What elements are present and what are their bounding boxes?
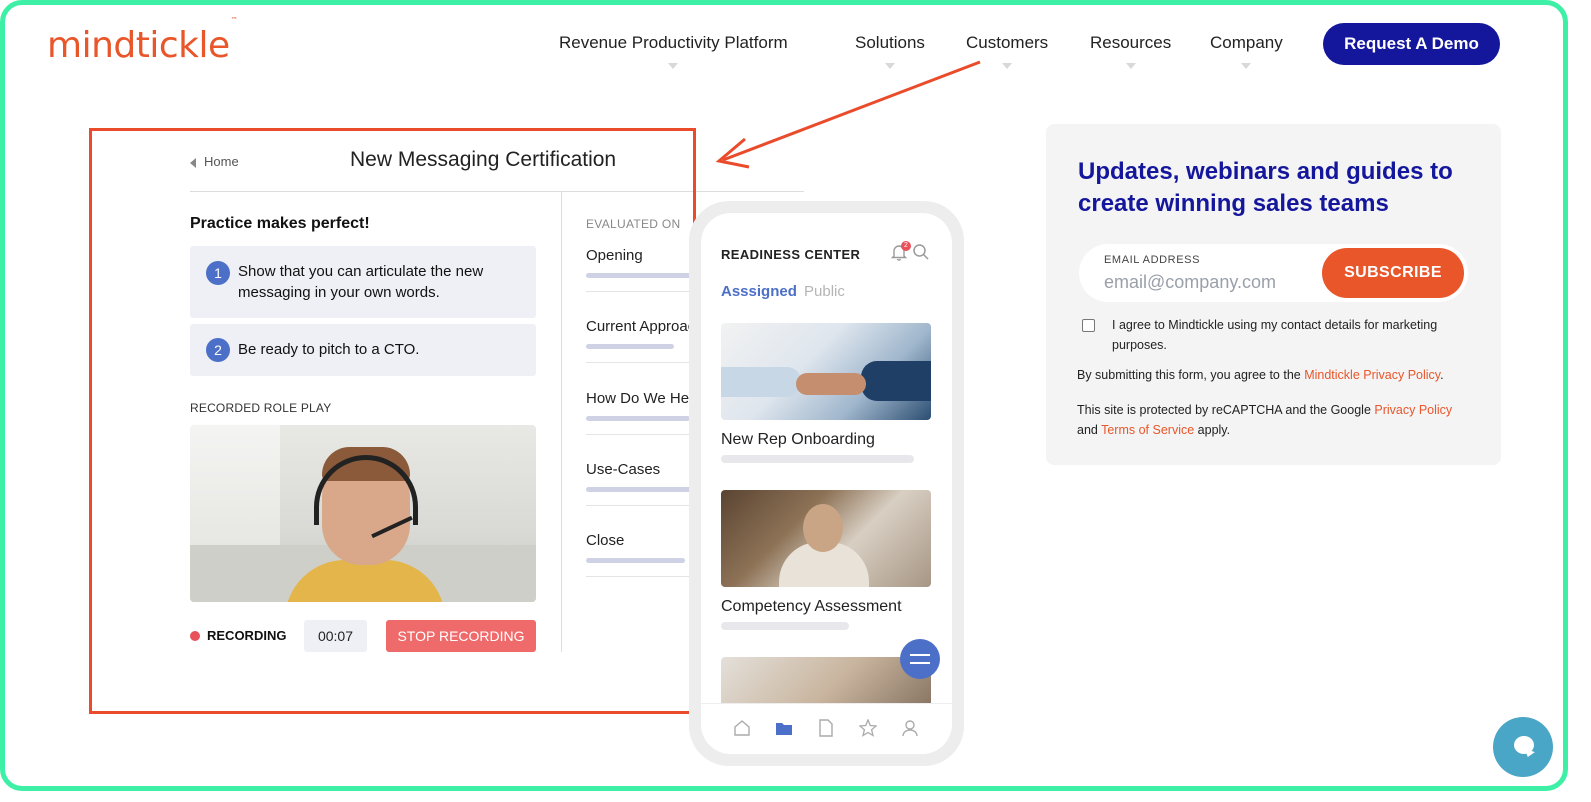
mindtickle-privacy-link[interactable]: Mindtickle Privacy Policy — [1304, 368, 1440, 382]
google-privacy-link[interactable]: Privacy Policy — [1374, 403, 1452, 417]
folder-icon[interactable] — [775, 719, 793, 737]
annotation-arrow — [715, 60, 981, 169]
recaptcha-notice: This site is protected by reCAPTCHA and … — [1077, 403, 1453, 437]
terms-of-service-link[interactable]: Terms of Service — [1101, 423, 1194, 437]
recording-status: RECORDING — [207, 628, 287, 643]
profile-icon[interactable] — [901, 719, 919, 737]
tab-assigned[interactable]: Asssigned — [721, 283, 797, 300]
readiness-center-title: READINESS CENTER — [721, 247, 861, 262]
column-divider — [561, 192, 562, 652]
handshake-icon — [796, 373, 866, 395]
card-title[interactable]: Competency Assessment — [721, 598, 902, 616]
chevron-down-icon — [1125, 63, 1136, 69]
document-icon[interactable] — [817, 719, 835, 737]
tab-public[interactable]: Public — [804, 283, 845, 300]
card-title[interactable]: New Rep Onboarding — [721, 431, 875, 449]
submit-notice: By submitting this form, you agree to th… — [1077, 368, 1444, 382]
phone-mockup: READINESS CENTER 2 Asssigned Public New … — [689, 201, 964, 766]
email-field[interactable] — [1104, 271, 1314, 293]
chevron-down-icon — [1241, 63, 1252, 69]
chat-widget-button[interactable] — [1493, 717, 1553, 777]
assessment-card-image[interactable] — [721, 490, 931, 587]
home-icon[interactable] — [733, 719, 751, 737]
recording-timer: 00:07 — [304, 620, 367, 652]
breadcrumb[interactable]: Home — [190, 154, 239, 169]
email-label: EMAIL ADDRESS — [1104, 254, 1201, 266]
back-arrow-icon — [190, 157, 196, 168]
browser-frame: mindtickle™ Revenue Productivity Platfor… — [0, 0, 1568, 791]
header-divider — [190, 191, 804, 192]
evaluated-on-label: EVALUATED ON — [586, 217, 681, 231]
mindtickle-logo[interactable]: mindtickle™ — [47, 16, 238, 66]
onboarding-card-image[interactable] — [721, 323, 931, 420]
email-field-wrapper: EMAIL ADDRESS SUBSCRIBE — [1079, 244, 1468, 302]
nav-item-company[interactable]: Company — [1210, 33, 1283, 69]
chevron-down-icon — [668, 63, 679, 69]
page-title: New Messaging Certification — [350, 148, 617, 171]
search-icon[interactable] — [912, 243, 930, 261]
card-progress-bar — [721, 455, 914, 463]
role-play-label: RECORDED ROLE PLAY — [190, 401, 332, 415]
newsletter-title: Updates, webinars and guides to create w… — [1078, 158, 1453, 217]
practice-heading: Practice makes perfect! — [190, 215, 370, 232]
recording-dot-icon — [190, 631, 200, 641]
task-text: Show that you can articulate the new mes… — [238, 263, 484, 301]
criteria-progress-bar — [586, 558, 686, 563]
nav-item-resources[interactable]: Resources — [1090, 33, 1171, 69]
task-item: 2 Be ready to pitch to a CTO. — [190, 324, 536, 376]
phone-screen: READINESS CENTER 2 Asssigned Public New … — [701, 213, 952, 754]
criteria-progress-bar — [586, 416, 690, 421]
bottom-nav — [701, 703, 952, 754]
criteria-progress-bar — [586, 344, 674, 349]
task-item: 1 Show that you can articulate the new m… — [190, 246, 536, 318]
stop-recording-button[interactable]: STOP RECORDING — [386, 620, 536, 652]
subscribe-button[interactable]: SUBSCRIBE — [1322, 248, 1464, 298]
step-number-badge: 2 — [206, 338, 230, 362]
newsletter-panel: Updates, webinars and guides to create w… — [1046, 124, 1501, 465]
task-text: Be ready to pitch to a CTO. — [238, 341, 420, 358]
role-play-video[interactable] — [190, 425, 536, 602]
notification-badge: 2 — [901, 241, 911, 251]
step-number-badge: 1 — [206, 261, 230, 285]
criteria-progress-bar — [586, 487, 698, 492]
filter-fab-button[interactable] — [900, 639, 940, 679]
request-demo-button[interactable]: Request A Demo — [1323, 23, 1500, 65]
star-icon[interactable] — [859, 719, 877, 737]
consent-checkbox[interactable] — [1082, 319, 1095, 332]
chevron-down-icon — [1002, 63, 1013, 69]
criteria-progress-bar — [586, 273, 698, 278]
consent-text: I agree to Mindtickle using my contact d… — [1112, 318, 1438, 352]
card-progress-bar — [721, 622, 849, 630]
